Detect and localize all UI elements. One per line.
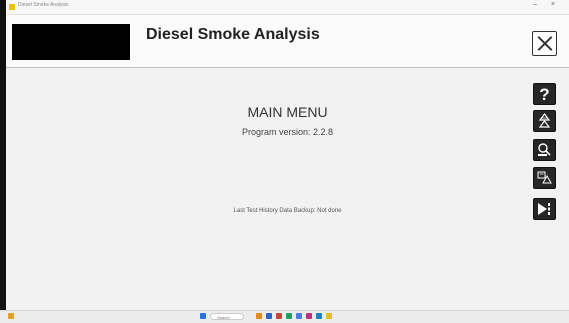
app-window: Diesel Smoke Analysis – × Diesel Smoke A… bbox=[6, 0, 569, 322]
program-version: Program version: 2.2.8 bbox=[241, 127, 334, 137]
app-icon-8[interactable] bbox=[326, 313, 332, 319]
window-title: Diesel Smoke Analysis bbox=[18, 2, 69, 8]
start-icon[interactable] bbox=[200, 313, 206, 319]
backup-status: Last Test History Data Backup: Not done bbox=[233, 208, 342, 214]
os-taskbar: Search bbox=[0, 310, 569, 323]
search-icon bbox=[538, 143, 551, 156]
app-icon-4[interactable] bbox=[286, 313, 292, 319]
logo bbox=[12, 24, 130, 60]
search-button[interactable] bbox=[533, 139, 556, 161]
main-menu-title: MAIN MENU bbox=[247, 104, 328, 120]
weather-icon[interactable] bbox=[8, 313, 14, 319]
compare-button[interactable] bbox=[533, 110, 556, 132]
window-titlebar: Diesel Smoke Analysis – × bbox=[6, 0, 569, 15]
app-icon-7[interactable] bbox=[316, 313, 322, 319]
taskbar-search[interactable]: Search bbox=[210, 313, 244, 320]
export-icon bbox=[538, 203, 550, 215]
app-icon-5[interactable] bbox=[296, 313, 302, 319]
history-button[interactable] bbox=[533, 167, 556, 189]
minimize-button[interactable]: – bbox=[533, 1, 537, 8]
app-header: Diesel Smoke Analysis bbox=[6, 15, 569, 68]
app-icon bbox=[9, 4, 15, 10]
app-icon-3[interactable] bbox=[276, 313, 282, 319]
app-icon-6[interactable] bbox=[306, 313, 312, 319]
help-icon: ? bbox=[539, 85, 550, 104]
close-button[interactable] bbox=[532, 31, 557, 56]
window-close-button[interactable]: × bbox=[551, 1, 555, 8]
compare-icon bbox=[538, 113, 551, 128]
history-icon bbox=[537, 171, 552, 184]
app-icon-2[interactable] bbox=[266, 313, 272, 319]
app-icon-1[interactable] bbox=[256, 313, 262, 319]
page-title: Diesel Smoke Analysis bbox=[146, 26, 320, 43]
help-button[interactable]: ? bbox=[533, 83, 556, 105]
export-button[interactable] bbox=[533, 198, 556, 220]
